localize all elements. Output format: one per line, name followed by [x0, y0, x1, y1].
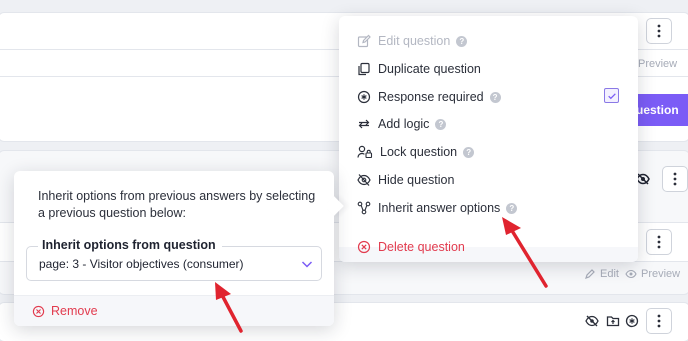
remove-button[interactable]: Remove — [32, 304, 98, 318]
menu-item-response-required[interactable]: Response required ? — [357, 90, 501, 104]
question-menu-button[interactable] — [646, 308, 672, 334]
edit-link[interactable]: Edit — [584, 268, 619, 280]
kebab-icon — [657, 24, 661, 38]
hide-icon — [357, 174, 371, 186]
menu-item-delete-question[interactable]: Delete question — [357, 240, 465, 254]
edit-icon — [357, 34, 371, 48]
menu-item-inherit-answer-options[interactable]: Inherit answer options ? — [357, 201, 518, 215]
required-icon[interactable] — [625, 314, 639, 328]
question-actions-menu: Edit question ? Duplicate question Respo… — [339, 16, 638, 262]
menu-item-duplicate-question[interactable]: Duplicate question — [357, 62, 481, 76]
lock-user-icon — [357, 145, 373, 159]
preview-link[interactable]: Preview — [638, 58, 677, 70]
logic-icon — [358, 119, 370, 129]
folder-upload-icon[interactable] — [606, 314, 620, 328]
menu-item-hide-question[interactable]: Hide question — [357, 173, 454, 187]
help-icon[interactable]: ? — [435, 118, 447, 130]
delete-circle-icon — [357, 240, 371, 254]
help-icon[interactable]: ? — [456, 35, 468, 47]
selected-question-value: page: 3 - Visitor objectives (consumer) — [39, 257, 244, 271]
duplicate-icon — [358, 62, 370, 76]
checkmark-icon — [607, 92, 616, 99]
chevron-down-icon — [301, 261, 313, 268]
help-icon[interactable]: ? — [463, 146, 475, 158]
response-required-checkbox[interactable] — [604, 88, 619, 103]
kebab-icon — [657, 314, 661, 328]
edit-icon — [585, 269, 595, 279]
menu-item-edit-question: Edit question ? — [357, 34, 468, 48]
eye-icon — [625, 269, 637, 279]
preview-link[interactable]: Preview — [625, 268, 680, 280]
question-menu-button[interactable] — [646, 18, 672, 44]
inherit-icon — [357, 201, 371, 215]
question-menu-button[interactable] — [646, 229, 672, 255]
remove-circle-icon — [32, 305, 45, 317]
popover-description: Inherit options from previous answers by… — [38, 189, 316, 220]
hide-eye-icon[interactable] — [636, 172, 650, 186]
help-icon[interactable]: ? — [506, 202, 518, 214]
menu-item-add-logic[interactable]: Add logic ? — [357, 117, 447, 131]
inherit-options-popover: Inherit options from previous answers by… — [14, 171, 334, 326]
menu-item-lock-question[interactable]: Lock question ? — [357, 145, 475, 159]
kebab-icon — [657, 235, 661, 249]
question-menu-button[interactable] — [662, 166, 688, 192]
help-icon[interactable]: ? — [489, 91, 501, 103]
required-icon — [357, 90, 371, 104]
hide-eye-icon[interactable] — [585, 314, 599, 328]
add-question-button[interactable]: uestion — [630, 94, 688, 126]
select-field-label: Inherit options from question — [38, 238, 222, 252]
kebab-icon — [673, 172, 677, 186]
